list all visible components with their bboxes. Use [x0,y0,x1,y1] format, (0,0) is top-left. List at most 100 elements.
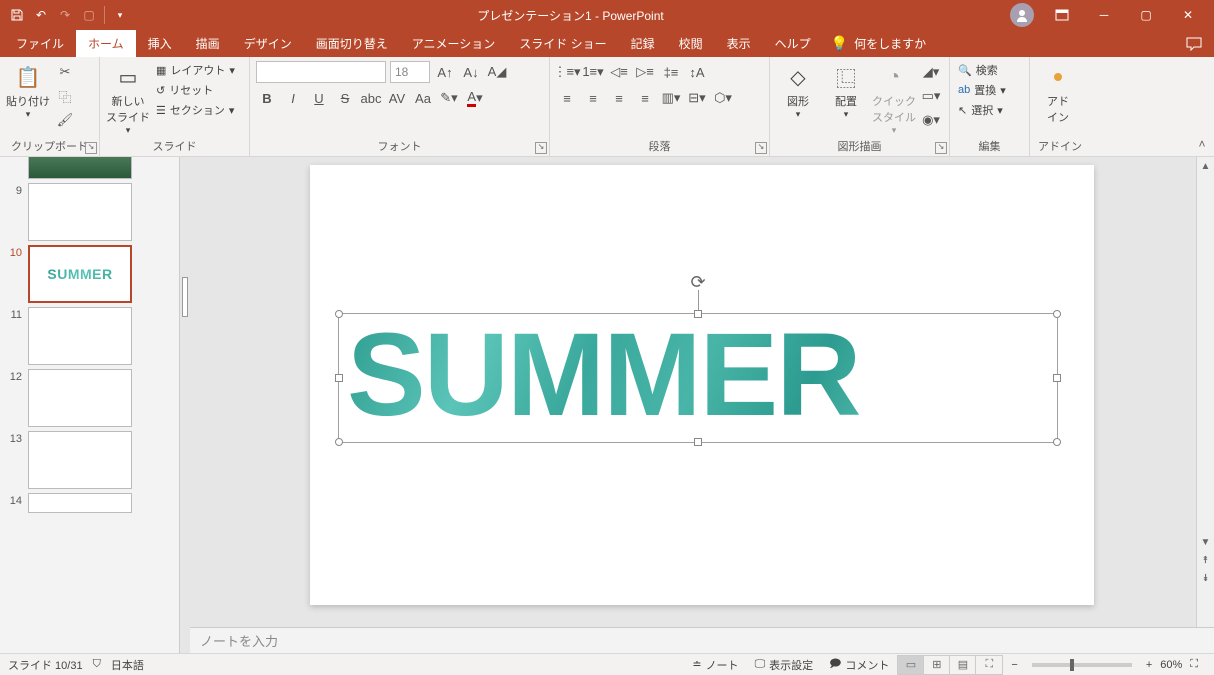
decrease-indent-icon[interactable]: ◁≡ [608,61,630,83]
highlight-icon[interactable]: ✎▾ [438,87,460,109]
tab-review[interactable]: 校閲 [667,30,715,57]
thumbnail-row[interactable]: 10 SUMMER [0,243,179,305]
text-direction-icon[interactable]: ↕A [686,61,708,83]
decrease-font-icon[interactable]: A↓ [460,61,482,83]
prev-slide-icon[interactable]: ⯭ [1197,551,1214,569]
sorter-view-icon[interactable]: ⊞ [924,656,950,674]
zoom-out-button[interactable]: − [1003,659,1025,671]
clipboard-dialog-launcher[interactable]: ↘ [85,142,97,154]
align-right-icon[interactable]: ≡ [608,87,630,109]
start-from-beginning-icon[interactable]: ▢ [78,4,100,26]
textbox-content[interactable]: SUMMER [339,314,1057,436]
copy-icon[interactable]: ⿻ [54,85,76,107]
user-avatar[interactable] [1010,3,1034,27]
thumbnail-row[interactable]: 13 [0,429,179,491]
slideshow-view-icon[interactable]: ⛶ [976,656,1002,674]
increase-indent-icon[interactable]: ▷≡ [634,61,656,83]
justify-icon[interactable]: ≡ [634,87,656,109]
bold-button[interactable]: B [256,87,278,109]
arrange-button[interactable]: ⿺ 配置▾ [824,61,868,120]
font-dialog-launcher[interactable]: ↘ [535,142,547,154]
tab-help[interactable]: ヘルプ [763,30,823,57]
font-name-input[interactable] [256,61,386,83]
tell-me-search[interactable]: 💡 何をしますか [831,30,926,57]
tab-home[interactable]: ホーム [76,30,136,57]
language-status[interactable]: 日本語 [111,657,144,673]
scroll-down-icon[interactable]: ▼ [1197,533,1214,551]
quick-styles-button[interactable]: ◔ クイック スタイル▾ [872,61,916,136]
align-text-icon[interactable]: ⊟▾ [686,87,708,109]
qat-dropdown-icon[interactable]: ▾ [109,4,131,26]
zoom-slider-thumb[interactable] [1070,659,1074,671]
close-button[interactable]: ✕ [1168,0,1208,30]
normal-view-icon[interactable]: ▭ [898,656,924,674]
addins-button[interactable]: アド イン [1036,61,1080,125]
columns-icon[interactable]: ▥▾ [660,87,682,109]
tab-design[interactable]: デザイン [232,30,304,57]
vertical-scrollbar[interactable]: ▲ ▼ ⯭ ⯯ [1196,157,1214,627]
zoom-slider[interactable] [1032,663,1132,667]
align-center-icon[interactable]: ≡ [582,87,604,109]
reset-button[interactable]: ↺リセット [154,81,237,99]
change-case-icon[interactable]: Aa [412,87,434,109]
shadow-button[interactable]: abc [360,87,382,109]
select-button[interactable]: ↖選択 ▾ [956,101,1008,119]
line-spacing-icon[interactable]: ‡≡ [660,61,682,83]
bullets-icon[interactable]: ⋮≡▾ [556,61,578,83]
character-spacing-icon[interactable]: AV [386,87,408,109]
cut-icon[interactable]: ✂ [54,61,76,83]
drawing-dialog-launcher[interactable]: ↘ [935,142,947,154]
zoom-in-button[interactable]: + [1138,659,1160,671]
thumbnail-row[interactable]: 11 [0,305,179,367]
splitter-handle[interactable] [182,277,188,317]
notes-pane[interactable]: ノートを入力 [190,627,1214,653]
tab-insert[interactable]: 挿入 [136,30,184,57]
paste-button[interactable]: 📋 貼り付け ▾ [6,61,50,120]
ribbon-display-icon[interactable] [1042,0,1082,30]
comments-pane-icon[interactable] [1174,30,1214,57]
shape-outline-icon[interactable]: ▭▾ [920,85,942,107]
tab-animations[interactable]: アニメーション [400,30,508,57]
font-color-icon[interactable]: A▾ [464,87,486,109]
collapse-ribbon-icon[interactable]: ˄ [1194,136,1210,152]
thumbnail-row[interactable]: 14 [0,491,179,515]
tab-slideshow[interactable]: スライド ショー [507,30,618,57]
thumbnail-row[interactable] [0,157,179,181]
smartart-icon[interactable]: ⬡▾ [712,87,734,109]
selected-textbox[interactable]: ⟳ SUMMER [338,313,1058,443]
comments-button[interactable]: 🗩 コメント [821,655,897,674]
tab-record[interactable]: 記録 [619,30,667,57]
underline-button[interactable]: U [308,87,330,109]
thumbnail-row[interactable]: 9 [0,181,179,243]
shape-effects-icon[interactable]: ◉▾ [920,109,942,131]
align-left-icon[interactable]: ≡ [556,87,578,109]
strikethrough-button[interactable]: S [334,87,356,109]
new-slide-button[interactable]: ▭ 新しい スライド ▾ [106,61,150,136]
next-slide-icon[interactable]: ⯯ [1197,569,1214,587]
fit-to-window-icon[interactable]: ⛶ [1182,658,1206,671]
reading-view-icon[interactable]: ▤ [950,656,976,674]
tab-file[interactable]: ファイル [4,30,76,57]
paragraph-dialog-launcher[interactable]: ↘ [755,142,767,154]
shapes-button[interactable]: ◇ 図形▾ [776,61,820,120]
resize-handle[interactable] [1053,438,1061,446]
numbering-icon[interactable]: 1≡▾ [582,61,604,83]
layout-button[interactable]: ▦レイアウト ▾ [154,61,237,79]
undo-icon[interactable]: ↶ [30,4,52,26]
redo-icon[interactable]: ↷ [54,4,76,26]
minimize-button[interactable]: ─ [1084,0,1124,30]
maximize-button[interactable]: ▢ [1126,0,1166,30]
save-icon[interactable] [6,4,28,26]
notes-toggle[interactable]: ≐ ノート [684,657,746,673]
find-button[interactable]: 🔍検索 [956,61,1008,79]
zoom-level[interactable]: 60% [1160,659,1182,671]
tab-draw[interactable]: 描画 [184,30,232,57]
display-settings-button[interactable]: 🖵 表示設定 [747,657,822,673]
clear-formatting-icon[interactable]: A◢ [486,61,508,83]
scroll-up-icon[interactable]: ▲ [1197,157,1214,175]
font-size-input[interactable]: 18 [390,61,430,83]
tab-view[interactable]: 表示 [715,30,763,57]
replace-button[interactable]: ab置換 ▾ [956,81,1008,99]
thumbnail-row[interactable]: 12 [0,367,179,429]
tab-transitions[interactable]: 画面切り替え [304,30,400,57]
